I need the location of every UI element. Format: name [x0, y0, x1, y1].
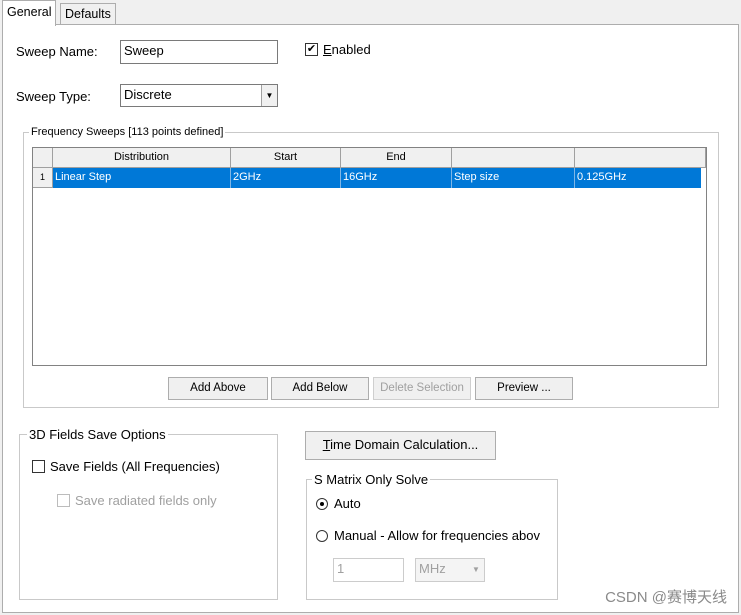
column-header-start[interactable]: Start — [231, 148, 341, 168]
watermark: CSDN @赛博天线 — [605, 589, 727, 606]
frequency-threshold-input[interactable]: 1 — [333, 558, 404, 582]
auto-label: Auto — [334, 496, 361, 511]
tab-general[interactable]: General — [2, 0, 57, 26]
sweep-type-label: Sweep Type: — [16, 89, 91, 104]
tab-defaults[interactable]: Defaults — [60, 3, 116, 25]
sweep-type-value: Discrete — [124, 87, 172, 102]
chevron-down-icon[interactable]: ▼ — [261, 85, 277, 106]
frequency-unit-value: MHz — [419, 561, 446, 576]
chevron-down-icon[interactable]: ▼ — [468, 559, 484, 581]
frequency-sweeps-title: Frequency Sweeps [113 points defined] — [29, 126, 226, 138]
manual-label: Manual - Allow for frequencies abov — [334, 528, 540, 543]
save-fields-checkbox[interactable] — [32, 460, 45, 473]
table-cell-step-type[interactable]: Step size — [452, 168, 575, 188]
column-header-4[interactable] — [452, 148, 575, 168]
sweep-name-input[interactable]: Sweep — [120, 40, 278, 64]
grid-corner — [33, 148, 53, 168]
save-radiated-label: Save radiated fields only — [75, 493, 217, 508]
time-domain-calculation-button[interactable]: Time Domain Calculation... — [305, 431, 496, 460]
sweep-name-label: Sweep Name: — [16, 44, 98, 59]
preview-button[interactable]: Preview ... — [475, 377, 573, 400]
save-radiated-checkbox[interactable] — [57, 494, 70, 507]
column-header-distribution[interactable]: Distribution — [53, 148, 231, 168]
manual-radio[interactable] — [316, 530, 328, 542]
column-header-5[interactable] — [575, 148, 706, 168]
column-header-end[interactable]: End — [341, 148, 452, 168]
delete-selection-button[interactable]: Delete Selection — [373, 377, 471, 400]
frequency-unit-select[interactable]: MHz ▼ — [415, 558, 485, 582]
fields-save-title: 3D Fields Save Options — [27, 427, 168, 442]
enabled-label: Enabled — [323, 42, 371, 57]
sweep-type-select[interactable]: Discrete ▼ — [120, 84, 278, 107]
table-cell-start[interactable]: 2GHz — [231, 168, 341, 188]
s-matrix-title: S Matrix Only Solve — [312, 472, 431, 487]
enabled-checkbox[interactable]: ✔ — [305, 43, 318, 56]
save-fields-label: Save Fields (All Frequencies) — [50, 459, 220, 474]
table-cell-end[interactable]: 16GHz — [341, 168, 452, 188]
frequency-sweeps-grid[interactable]: Distribution Start End 1 Linear Step 2GH… — [32, 147, 707, 366]
add-above-button[interactable]: Add Above — [168, 377, 268, 400]
row-header[interactable]: 1 — [33, 168, 53, 188]
add-below-button[interactable]: Add Below — [271, 377, 369, 400]
auto-radio[interactable] — [316, 498, 328, 510]
table-cell-step-value[interactable]: 0.125GHz — [575, 168, 701, 188]
table-cell-distribution[interactable]: Linear Step — [53, 168, 231, 188]
